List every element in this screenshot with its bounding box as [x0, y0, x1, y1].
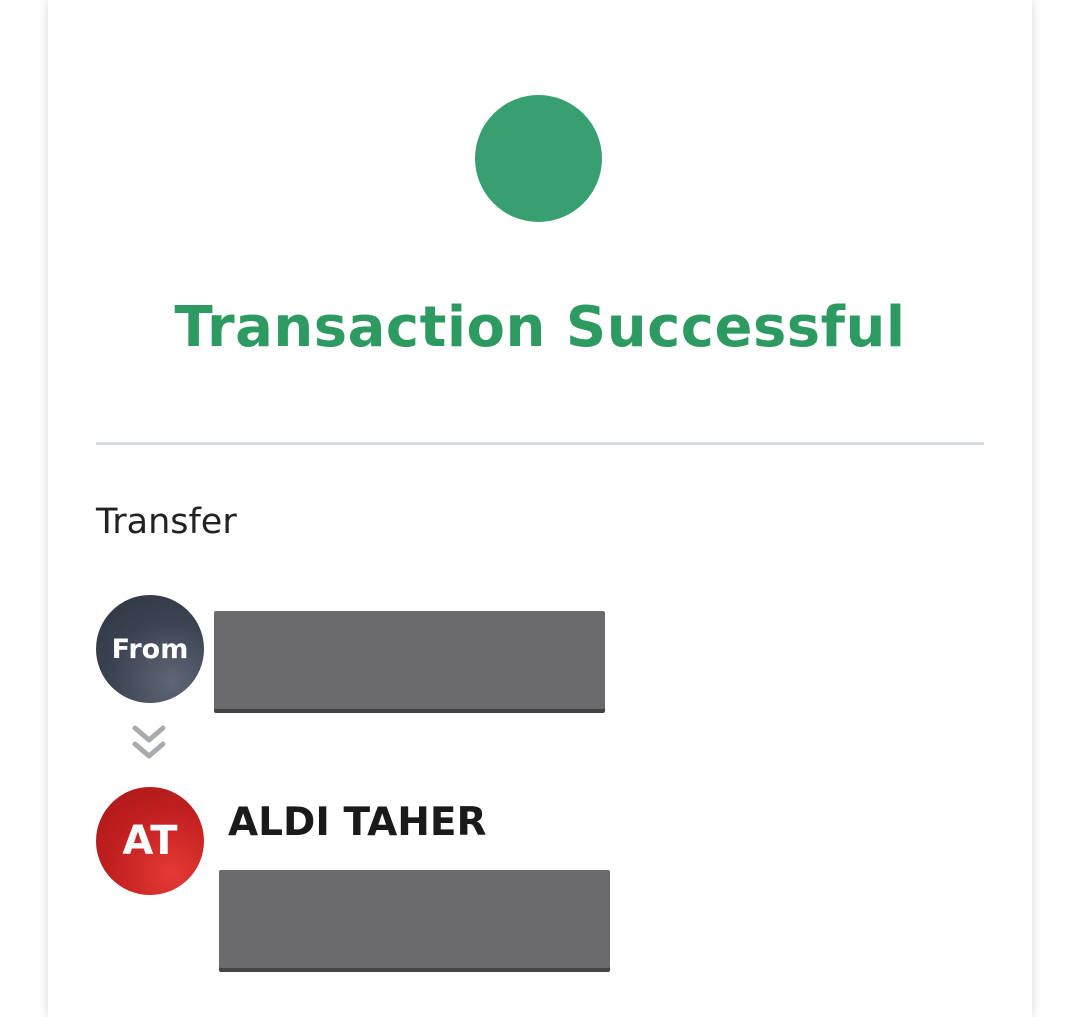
from-avatar-label: From	[111, 633, 189, 665]
double-chevron-down-icon	[132, 725, 166, 759]
from-avatar: From	[96, 595, 204, 703]
success-status-icon	[475, 95, 602, 222]
divider	[96, 442, 984, 445]
receipt-card: Transaction Successful Transfer From AT …	[48, 0, 1032, 1017]
transaction-status-title: Transaction Successful	[174, 295, 906, 360]
transaction-type-label: Transfer	[96, 502, 237, 542]
recipient-name: ALDI TAHER	[228, 800, 487, 845]
recipient-avatar: AT	[96, 787, 204, 895]
recipient-account-redacted	[219, 870, 610, 968]
recipient-initials: AT	[122, 818, 178, 864]
from-account-redacted	[214, 611, 605, 709]
